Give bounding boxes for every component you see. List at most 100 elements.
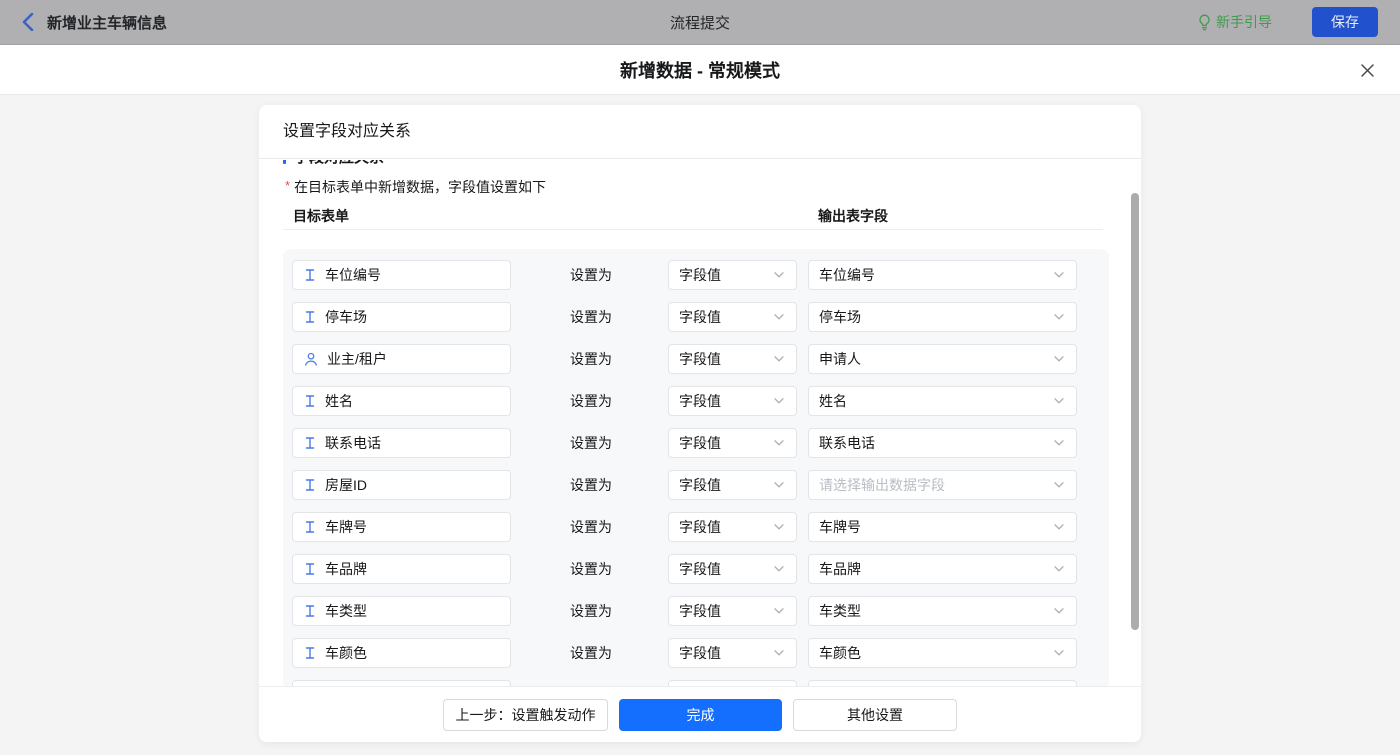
value-type-select[interactable]: 字段值 xyxy=(668,638,797,668)
chevron-left-icon xyxy=(22,13,34,31)
value-type-select[interactable]: 字段值 xyxy=(668,260,797,290)
output-field-select[interactable]: 姓名 xyxy=(808,386,1077,416)
beginner-guide-link[interactable]: 新手引导 xyxy=(1198,12,1272,32)
source-field[interactable]: 车类型 xyxy=(292,596,511,626)
source-field-label: 姓名 xyxy=(325,391,353,411)
output-field-select[interactable]: 申请人 xyxy=(808,344,1077,374)
output-field-value: 请选择输出数据字段 xyxy=(819,475,945,495)
source-field-label: 联系电话 xyxy=(325,433,381,453)
source-field-label: 停车场 xyxy=(325,307,367,327)
value-type-select[interactable]: 字段值 xyxy=(668,386,797,416)
clipped-section-title: 字段对应关系 xyxy=(259,160,1141,167)
source-field[interactable]: 车牌号 xyxy=(292,512,511,542)
source-field[interactable]: 车品牌 xyxy=(292,554,511,584)
output-field-value: 姓名 xyxy=(819,391,847,411)
value-type-select[interactable]: 字段值 xyxy=(668,344,797,374)
done-button[interactable]: 完成 xyxy=(619,699,782,731)
chevron-down-icon xyxy=(1054,524,1064,530)
value-type-select[interactable]: 字段值 xyxy=(668,302,797,332)
value-type-select[interactable]: 字段值 xyxy=(668,596,797,626)
text-field-icon xyxy=(304,268,316,282)
set-as-label: 设置为 xyxy=(570,475,612,495)
guide-label: 新手引导 xyxy=(1216,12,1272,32)
source-field-label: 车颜色 xyxy=(325,643,367,663)
source-field[interactable]: 车位编号 xyxy=(292,260,511,290)
field-mapping-row: 联系电话 设置为 字段值 联系电话 xyxy=(283,428,1109,458)
source-field[interactable]: 停车场 xyxy=(292,302,511,332)
value-type-value: 字段值 xyxy=(679,559,721,579)
value-type-value: 字段值 xyxy=(679,601,721,621)
close-icon[interactable] xyxy=(1356,59,1378,81)
output-field-select[interactable]: 车品牌 xyxy=(808,554,1077,584)
chevron-down-icon xyxy=(1054,482,1064,488)
required-note: * 在目标表单中新增数据，字段值设置如下 xyxy=(259,177,1141,197)
mapping-rows-panel: 车位编号 设置为 字段值 车位编号 停车场 设置为 xyxy=(283,249,1109,686)
field-mapping-card: 设置字段对应关系 字段对应关系 * 在目标表单中新增数据，字段值设置如下 目标表… xyxy=(259,105,1141,742)
value-type-select[interactable]: 字段值 xyxy=(668,470,797,500)
source-field[interactable]: 联系电话 xyxy=(292,428,511,458)
source-field[interactable]: 房屋ID xyxy=(292,470,511,500)
output-field-select[interactable]: 车颜色 xyxy=(808,638,1077,668)
value-type-select[interactable]: 字段值 xyxy=(668,554,797,584)
set-as-label: 设置为 xyxy=(570,433,612,453)
card-scroll-area: 字段对应关系 * 在目标表单中新增数据，字段值设置如下 目标表单 输出表字段 xyxy=(259,160,1141,686)
text-field-icon xyxy=(304,394,316,408)
section-marker xyxy=(283,160,286,164)
modal-body: 设置字段对应关系 字段对应关系 * 在目标表单中新增数据，字段值设置如下 目标表… xyxy=(0,95,1400,755)
output-field-select[interactable]: 停车场 xyxy=(808,302,1077,332)
back-button[interactable] xyxy=(22,13,34,31)
output-field-select[interactable]: 请选择输出数据字段 xyxy=(808,470,1077,500)
chevron-down-icon xyxy=(774,356,784,362)
value-type-value: 字段值 xyxy=(679,265,721,285)
set-as-label: 设置为 xyxy=(570,307,612,327)
output-field-value: 车位编号 xyxy=(819,265,875,285)
chevron-down-icon xyxy=(774,482,784,488)
chevron-down-icon xyxy=(774,608,784,614)
column-headers: 目标表单 输出表字段 xyxy=(259,206,1141,225)
value-type-value: 字段值 xyxy=(679,349,721,369)
text-field-icon xyxy=(304,562,316,576)
value-type-value: 字段值 xyxy=(679,517,721,537)
source-field[interactable]: 姓名 xyxy=(292,386,511,416)
value-type-value: 字段值 xyxy=(679,307,721,327)
text-field-icon xyxy=(304,520,316,534)
field-mapping-row: 车位编号 设置为 字段值 车位编号 xyxy=(283,260,1109,290)
topbar: 新增业主车辆信息 流程提交 新手引导 保存 xyxy=(0,0,1400,45)
scrollbar-thumb[interactable] xyxy=(1131,193,1139,630)
chevron-down-icon xyxy=(1054,272,1064,278)
topbar-center-title: 流程提交 xyxy=(670,12,730,33)
value-type-value: 字段值 xyxy=(679,391,721,411)
output-field-select[interactable]: 车类型 xyxy=(808,596,1077,626)
source-field[interactable]: 业主/租户 xyxy=(292,344,511,374)
column-header-output-field: 输出表字段 xyxy=(818,206,888,226)
output-field-select[interactable]: 车牌号 xyxy=(808,512,1077,542)
header-divider xyxy=(283,229,1103,230)
value-type-select[interactable]: 字段值 xyxy=(668,428,797,458)
chevron-down-icon xyxy=(1054,440,1064,446)
value-type-select[interactable]: 字段值 xyxy=(668,512,797,542)
field-mapping-row: 车牌号 设置为 字段值 车牌号 xyxy=(283,512,1109,542)
chevron-down-icon xyxy=(774,650,784,656)
field-mapping-row: 停车场 设置为 字段值 停车场 xyxy=(283,302,1109,332)
source-field[interactable]: 车颜色 xyxy=(292,638,511,668)
output-field-select[interactable]: 车位编号 xyxy=(808,260,1077,290)
text-field-icon xyxy=(304,310,316,324)
chevron-down-icon xyxy=(774,314,784,320)
output-field-select[interactable]: 联系电话 xyxy=(808,428,1077,458)
output-field-value: 车品牌 xyxy=(819,559,861,579)
other-settings-button[interactable]: 其他设置 xyxy=(793,699,957,731)
column-header-target-form: 目标表单 xyxy=(293,206,349,226)
source-field-label: 车类型 xyxy=(325,601,367,621)
set-as-label: 设置为 xyxy=(570,559,612,579)
screen: 新增业主车辆信息 流程提交 新手引导 保存 新增数据 - 常规模式 设置字段对应… xyxy=(0,0,1400,755)
card-footer: 上一步：设置触发动作 完成 其他设置 xyxy=(259,686,1141,742)
field-mapping-row: 姓名 设置为 字段值 姓名 xyxy=(283,386,1109,416)
chevron-down-icon xyxy=(1054,650,1064,656)
save-button[interactable]: 保存 xyxy=(1312,7,1378,37)
previous-step-button[interactable]: 上一步：设置触发动作 xyxy=(443,699,608,731)
output-field-value: 车牌号 xyxy=(819,517,861,537)
lightbulb-icon xyxy=(1198,14,1211,31)
text-field-icon xyxy=(304,646,316,660)
set-as-label: 设置为 xyxy=(570,601,612,621)
source-field-label: 业主/租户 xyxy=(327,349,387,369)
